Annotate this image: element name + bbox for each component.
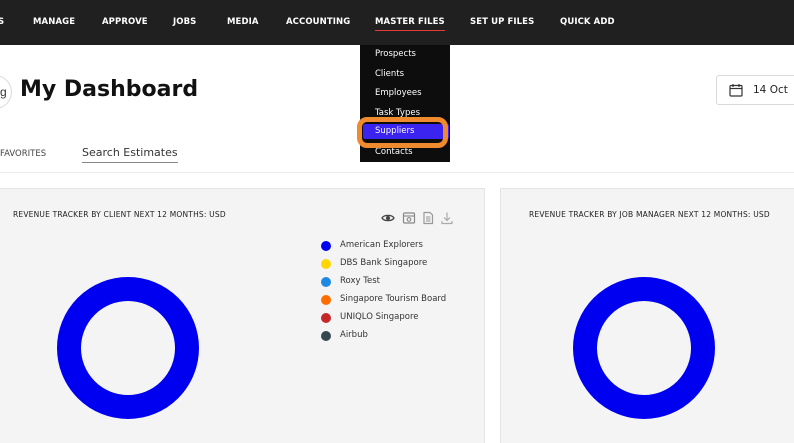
- calendar-icon: [729, 84, 743, 97]
- legend-label: Singapore Tourism Board: [340, 294, 447, 304]
- revenue-by-job-manager-card: REVENUE TRACKER BY JOB MANAGER NEXT 12 M…: [500, 188, 794, 443]
- menu-item-clients[interactable]: Clients: [375, 69, 404, 79]
- back-arrow-icon: g: [0, 85, 7, 99]
- menu-item-task-types[interactable]: Task Types: [375, 108, 420, 118]
- menu-item-prospects[interactable]: Prospects: [375, 49, 416, 59]
- tab-search-estimates[interactable]: Search Estimates: [82, 146, 178, 163]
- donut-chart[interactable]: [57, 277, 199, 419]
- eye-icon[interactable]: [381, 211, 395, 225]
- legend-dot: [321, 295, 331, 305]
- page-title: My Dashboard: [20, 77, 199, 102]
- date-label: 14 Oct: [753, 84, 788, 96]
- divider: [0, 172, 794, 173]
- revenue-by-client-card: REVENUE TRACKER BY CLIENT NEXT 12 MONTHS…: [0, 188, 485, 443]
- legend-label: Airbub: [340, 330, 368, 340]
- date-picker[interactable]: 14 Oct: [716, 75, 794, 105]
- card-title: REVENUE TRACKER BY CLIENT NEXT 12 MONTHS…: [13, 210, 226, 219]
- donut-chart[interactable]: [573, 277, 715, 419]
- nav-item-manage[interactable]: MANAGE: [33, 17, 75, 27]
- legend-label: DBS Bank Singapore: [340, 258, 428, 268]
- legend-label: Roxy Test: [340, 276, 380, 286]
- nav-item-master-files[interactable]: MASTER FILES: [375, 17, 445, 31]
- menu-item-employees[interactable]: Employees: [375, 88, 422, 98]
- nav-item-jobs[interactable]: JOBS: [173, 17, 196, 27]
- nav-item-accounting[interactable]: ACCOUNTING: [286, 17, 350, 27]
- menu-item-suppliers[interactable]: Suppliers: [363, 124, 449, 139]
- nav-item-set-up-files[interactable]: SET UP FILES: [470, 17, 534, 27]
- nav-item-approve[interactable]: APPROVE: [102, 17, 148, 27]
- master-files-dropdown: Prospects Clients Employees Task Types S…: [360, 45, 450, 162]
- legend-label: American Explorers: [340, 240, 423, 250]
- document-icon[interactable]: [421, 211, 435, 225]
- image-icon[interactable]: [402, 211, 416, 225]
- legend-dot: [321, 313, 331, 323]
- nav-item-quick-add[interactable]: QUICK ADD: [560, 17, 615, 27]
- nav-item-media[interactable]: MEDIA: [227, 17, 259, 27]
- menu-item-contacts[interactable]: Contacts: [375, 147, 413, 157]
- nav-item-truncated[interactable]: S: [0, 17, 4, 27]
- legend-label: UNIQLO Singapore: [340, 312, 419, 322]
- download-icon[interactable]: [440, 211, 454, 225]
- legend-dot: [321, 331, 331, 341]
- tab-favorites[interactable]: FAVORITES: [0, 149, 46, 159]
- legend-dot: [321, 241, 331, 251]
- card-title: REVENUE TRACKER BY JOB MANAGER NEXT 12 M…: [529, 210, 770, 219]
- top-navigation: S MANAGE APPROVE JOBS MEDIA ACCOUNTING M…: [0, 0, 794, 45]
- card-toolbar: [381, 211, 461, 227]
- legend-dot: [321, 277, 331, 287]
- legend-dot: [321, 259, 331, 269]
